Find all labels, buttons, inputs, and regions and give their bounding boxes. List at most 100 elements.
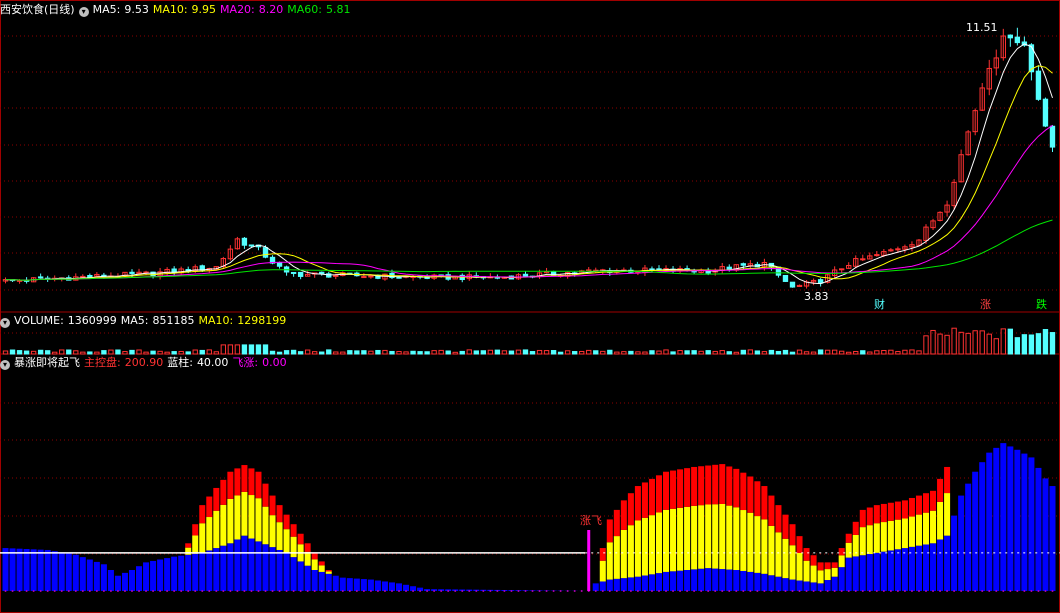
baseline-dot [440, 590, 443, 592]
blue-bar [908, 546, 915, 591]
yellow-bar [290, 536, 297, 558]
blue-bar [241, 535, 248, 591]
yellow-bar [698, 505, 705, 569]
settings-dropdown-icon[interactable]: ▾ [78, 7, 89, 17]
baseline-dot [517, 590, 520, 592]
volume-bar [52, 351, 58, 355]
blue-bar [86, 559, 93, 591]
volume-title: VOLUME: [14, 314, 64, 327]
blue-bar [901, 548, 908, 591]
volume-bar [663, 349, 669, 355]
baseline-dot [405, 590, 408, 592]
yellow-bar [845, 542, 852, 558]
baseline-dot [25, 590, 28, 592]
volume-bar [206, 349, 212, 355]
red-bar [290, 524, 297, 537]
candle-body [895, 248, 901, 251]
volume-bar [733, 351, 739, 355]
baseline-dot [686, 590, 689, 592]
volume-bar [775, 350, 782, 355]
blue-bar [740, 570, 747, 591]
baseline-dot [679, 590, 682, 592]
red-bar [192, 524, 199, 536]
volume-bar [375, 349, 381, 355]
candle-body [297, 271, 304, 277]
red-bar [283, 514, 290, 530]
red-bar [915, 495, 922, 515]
volume-bar [986, 333, 992, 355]
candle-body [740, 263, 746, 266]
yellow-bar [276, 522, 283, 550]
baseline-dot [39, 590, 42, 592]
event-marker-zhang[interactable]: 涨 [980, 298, 991, 311]
indicator-panel[interactable] [0, 443, 1060, 592]
yellow-bar [838, 555, 845, 568]
baseline-dot [46, 590, 49, 592]
volume-bar [101, 350, 107, 355]
stock-title: 西安饮食(日线) [0, 3, 75, 16]
blue-bar [993, 447, 1000, 591]
yellow-bar [620, 529, 627, 579]
blue-bar [845, 557, 852, 591]
yellow-bar [311, 559, 318, 571]
baseline-dot [784, 590, 787, 592]
volume-bar [340, 351, 346, 355]
blue-bar [937, 539, 944, 591]
baseline-dot [1023, 590, 1026, 592]
baseline-dot [903, 590, 906, 592]
candle-body [333, 274, 339, 277]
yellow-bar [789, 545, 796, 580]
blue-bar [199, 552, 206, 591]
red-bar [803, 548, 810, 561]
baseline-dot [306, 590, 309, 592]
candle-body [649, 268, 655, 271]
blue-bar [178, 555, 185, 591]
baseline-dot [917, 590, 920, 592]
volume-panel[interactable] [2, 327, 1056, 355]
volume-value: 1360999 [67, 314, 117, 327]
baseline-dot [180, 590, 183, 592]
event-marker-cai[interactable]: 财 [874, 297, 885, 311]
red-bar [887, 502, 894, 521]
indicator-dropdown-icon[interactable]: ▾ [0, 360, 10, 370]
volume-bar [136, 349, 142, 355]
blue-bar [213, 548, 220, 591]
yellow-bar [775, 532, 782, 577]
volume-bar [853, 350, 859, 355]
price-panel[interactable] [2, 27, 1056, 289]
blue-bar [1021, 453, 1028, 591]
volume-dropdown-icon[interactable]: ▾ [0, 318, 10, 328]
red-bar [859, 509, 866, 528]
blue-bar [37, 549, 44, 591]
volume-bar [1021, 334, 1028, 355]
indicator-title: 暴涨即将起飞 [14, 356, 80, 369]
volume-bar [213, 351, 219, 355]
volume-bar [635, 351, 641, 355]
volume-bar [712, 350, 718, 355]
red-bar [740, 472, 747, 511]
red-bar [269, 495, 276, 516]
blue-bar [255, 541, 262, 591]
yellow-bar [318, 565, 325, 572]
vol-ma10-value: 1298199 [237, 314, 287, 327]
volume-bar [515, 349, 522, 355]
red-bar [241, 465, 248, 492]
event-marker-die[interactable]: 跌 [1036, 297, 1047, 311]
yellow-bar [937, 501, 944, 540]
volume-bar [754, 350, 761, 355]
blue-bar [782, 578, 789, 591]
ma10-label: MA10: [152, 3, 188, 16]
baseline-dot [201, 590, 204, 592]
yellow-bar [641, 517, 648, 576]
volume-bar [993, 338, 999, 355]
baseline-dot [580, 590, 583, 592]
volume-bar [656, 350, 662, 355]
red-bar [691, 466, 698, 506]
zhukong-label: 主控盘: [84, 356, 121, 369]
blue-bar [592, 583, 599, 591]
red-bar [922, 493, 930, 513]
volume-bar [73, 350, 79, 355]
volume-bar [30, 350, 37, 355]
blue-bar [866, 554, 873, 591]
yellow-bar [866, 525, 873, 555]
